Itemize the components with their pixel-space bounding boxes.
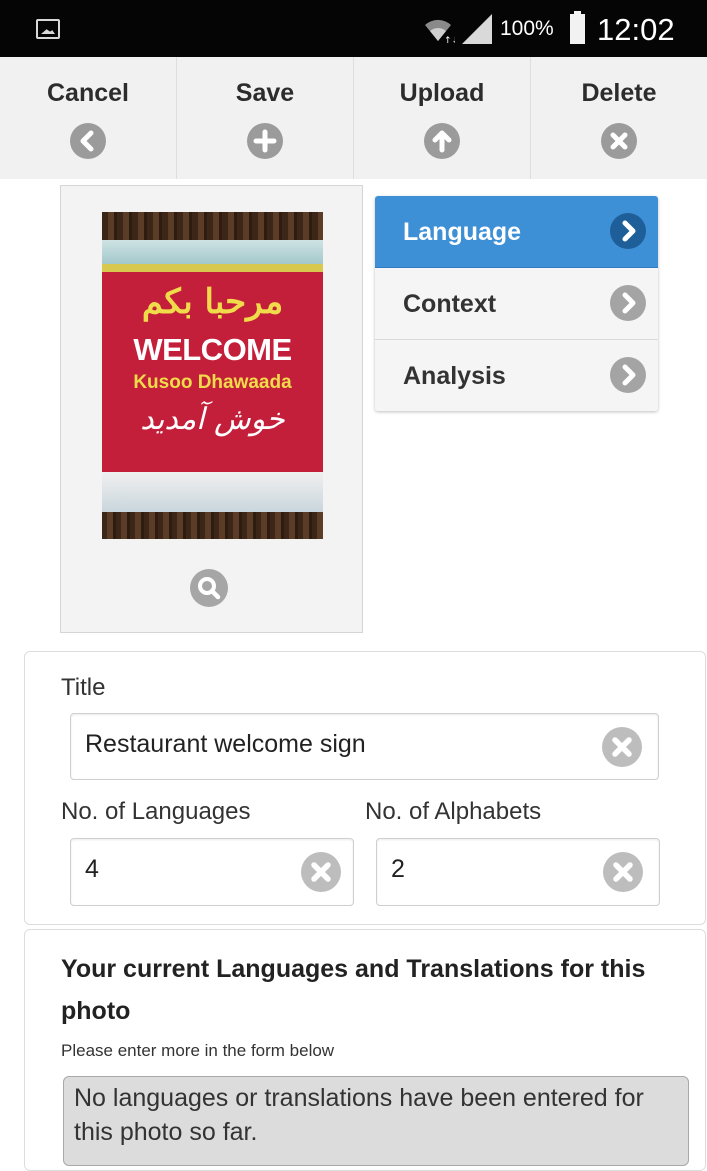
photo-wall bbox=[102, 472, 323, 512]
close-icon bbox=[601, 123, 637, 159]
menu-item-language[interactable]: Language bbox=[375, 196, 658, 268]
photo-wood-frame-top bbox=[102, 212, 323, 240]
menu-item-analysis[interactable]: Analysis bbox=[375, 340, 658, 411]
alphabets-count-label: No. of Alphabets bbox=[365, 798, 542, 825]
photo-wood-frame-bottom bbox=[102, 512, 323, 539]
section-menu: Language Context Analysis bbox=[375, 196, 658, 411]
status-bar: ↑↓ 100% 12:02 bbox=[0, 0, 707, 57]
sign-persian-text: خوش آمدید bbox=[140, 402, 285, 437]
chevron-right-icon bbox=[610, 285, 646, 321]
gallery-notification-icon bbox=[36, 19, 60, 39]
sign-somali-text: Kusoo Dhawaada bbox=[133, 372, 292, 393]
wifi-icon: ↑↓ bbox=[425, 19, 455, 45]
plus-icon bbox=[247, 123, 283, 159]
chevron-right-icon bbox=[610, 213, 646, 249]
chevron-right-icon bbox=[610, 357, 646, 393]
svg-text:↑↓: ↑↓ bbox=[444, 36, 455, 45]
photo-preview-panel: مرحبا بكم WELCOME Kusoo Dhawaada خوش آمد… bbox=[60, 185, 363, 633]
alphabets-count-field[interactable]: 2 bbox=[376, 838, 660, 906]
sign-arabic-text: مرحبا بكم bbox=[141, 282, 284, 322]
languages-hint: Please enter more in the form below bbox=[61, 1041, 335, 1060]
photo-background bbox=[102, 240, 323, 266]
clear-languages-icon[interactable] bbox=[301, 852, 341, 892]
title-field[interactable]: Restaurant welcome sign bbox=[70, 713, 659, 780]
zoom-search-icon[interactable] bbox=[190, 569, 228, 607]
upload-button[interactable]: Upload bbox=[354, 57, 531, 179]
battery-percent: 100% bbox=[500, 17, 554, 40]
languages-empty-box: No languages or translations have been e… bbox=[63, 1076, 689, 1166]
signal-icon bbox=[462, 14, 492, 44]
languages-translations-panel: Your current Languages and Translations … bbox=[24, 929, 706, 1171]
languages-count-value: 4 bbox=[85, 855, 99, 883]
menu-item-label: Analysis bbox=[403, 362, 506, 390]
photo-stripe bbox=[102, 264, 323, 272]
languages-empty-message: No languages or translations have been e… bbox=[74, 1084, 644, 1146]
save-label: Save bbox=[235, 79, 295, 107]
title-value: Restaurant welcome sign bbox=[85, 730, 366, 758]
menu-item-label: Context bbox=[403, 290, 497, 318]
menu-item-label: Language bbox=[403, 218, 522, 246]
delete-button[interactable]: Delete bbox=[531, 57, 707, 179]
chevron-left-icon bbox=[70, 123, 106, 159]
clear-alphabets-icon[interactable] bbox=[603, 852, 643, 892]
languages-heading: Your current Languages and Translations … bbox=[61, 955, 646, 1025]
sign-welcome-text: WELCOME bbox=[133, 332, 292, 367]
photo-details-form: Title Restaurant welcome sign No. of Lan… bbox=[24, 651, 706, 925]
languages-count-field[interactable]: 4 bbox=[70, 838, 354, 906]
languages-count-label: No. of Languages bbox=[61, 798, 251, 825]
cancel-label: Cancel bbox=[47, 79, 129, 107]
arrow-up-icon bbox=[424, 123, 460, 159]
battery-icon bbox=[570, 11, 585, 44]
clear-title-icon[interactable] bbox=[602, 727, 642, 767]
upload-label: Upload bbox=[399, 79, 485, 107]
photo-thumbnail[interactable]: مرحبا بكم WELCOME Kusoo Dhawaada خوش آمد… bbox=[102, 212, 323, 539]
title-label: Title bbox=[61, 674, 106, 701]
save-button[interactable]: Save bbox=[177, 57, 354, 179]
cancel-button[interactable]: Cancel bbox=[0, 57, 177, 179]
delete-label: Delete bbox=[581, 79, 657, 107]
clock: 12:02 bbox=[597, 12, 675, 47]
action-toolbar: Cancel Save Upload Delete bbox=[0, 57, 707, 179]
menu-item-context[interactable]: Context bbox=[375, 268, 658, 340]
alphabets-count-value: 2 bbox=[391, 855, 405, 883]
